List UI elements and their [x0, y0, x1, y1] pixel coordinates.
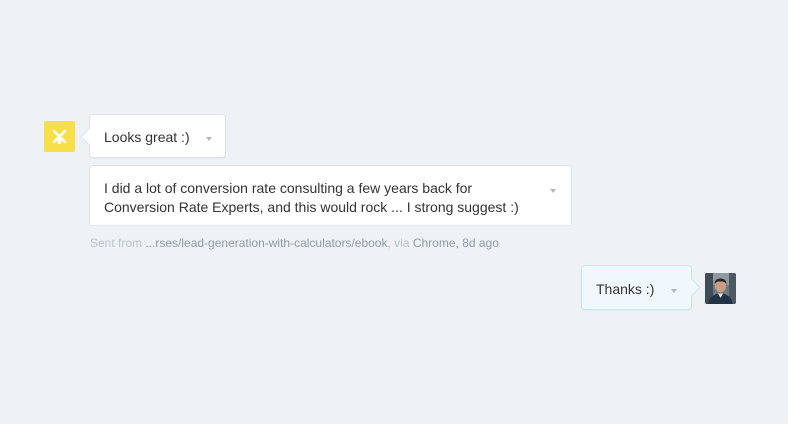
bubble-tail [682, 278, 701, 297]
message-bubble-user[interactable]: Thanks :) [581, 265, 701, 310]
meta-prefix: Sent from [90, 236, 146, 250]
meta-source-url[interactable]: ...rses/lead-generation-with-calculators… [145, 236, 387, 250]
meta-mid: , via [387, 236, 413, 250]
windmill-icon [52, 129, 67, 144]
conversation-view: Looks great :) I did a lot of conversion… [0, 0, 788, 424]
message-text: Looks great :) [104, 129, 190, 145]
chevron-down-icon[interactable] [550, 189, 556, 193]
meta-browser: Chrome [412, 236, 456, 250]
message-bubble-admin-2[interactable]: I did a lot of conversion rate consultin… [89, 165, 572, 225]
admin-avatar-windmill-icon [44, 121, 75, 152]
chevron-down-icon[interactable] [671, 289, 677, 293]
chevron-down-icon[interactable] [206, 137, 212, 141]
bubble-tail [80, 127, 99, 146]
message-text: I did a lot of conversion rate consultin… [104, 180, 519, 215]
user-avatar [705, 273, 736, 304]
message-bubble-admin-1[interactable]: Looks great :) [80, 114, 226, 158]
message-meta: Sent from ...rses/lead-generation-with-c… [90, 236, 499, 250]
user-photo-icon [705, 273, 736, 304]
message-text: Thanks :) [596, 281, 655, 297]
meta-timestamp: 8d ago [462, 236, 499, 250]
